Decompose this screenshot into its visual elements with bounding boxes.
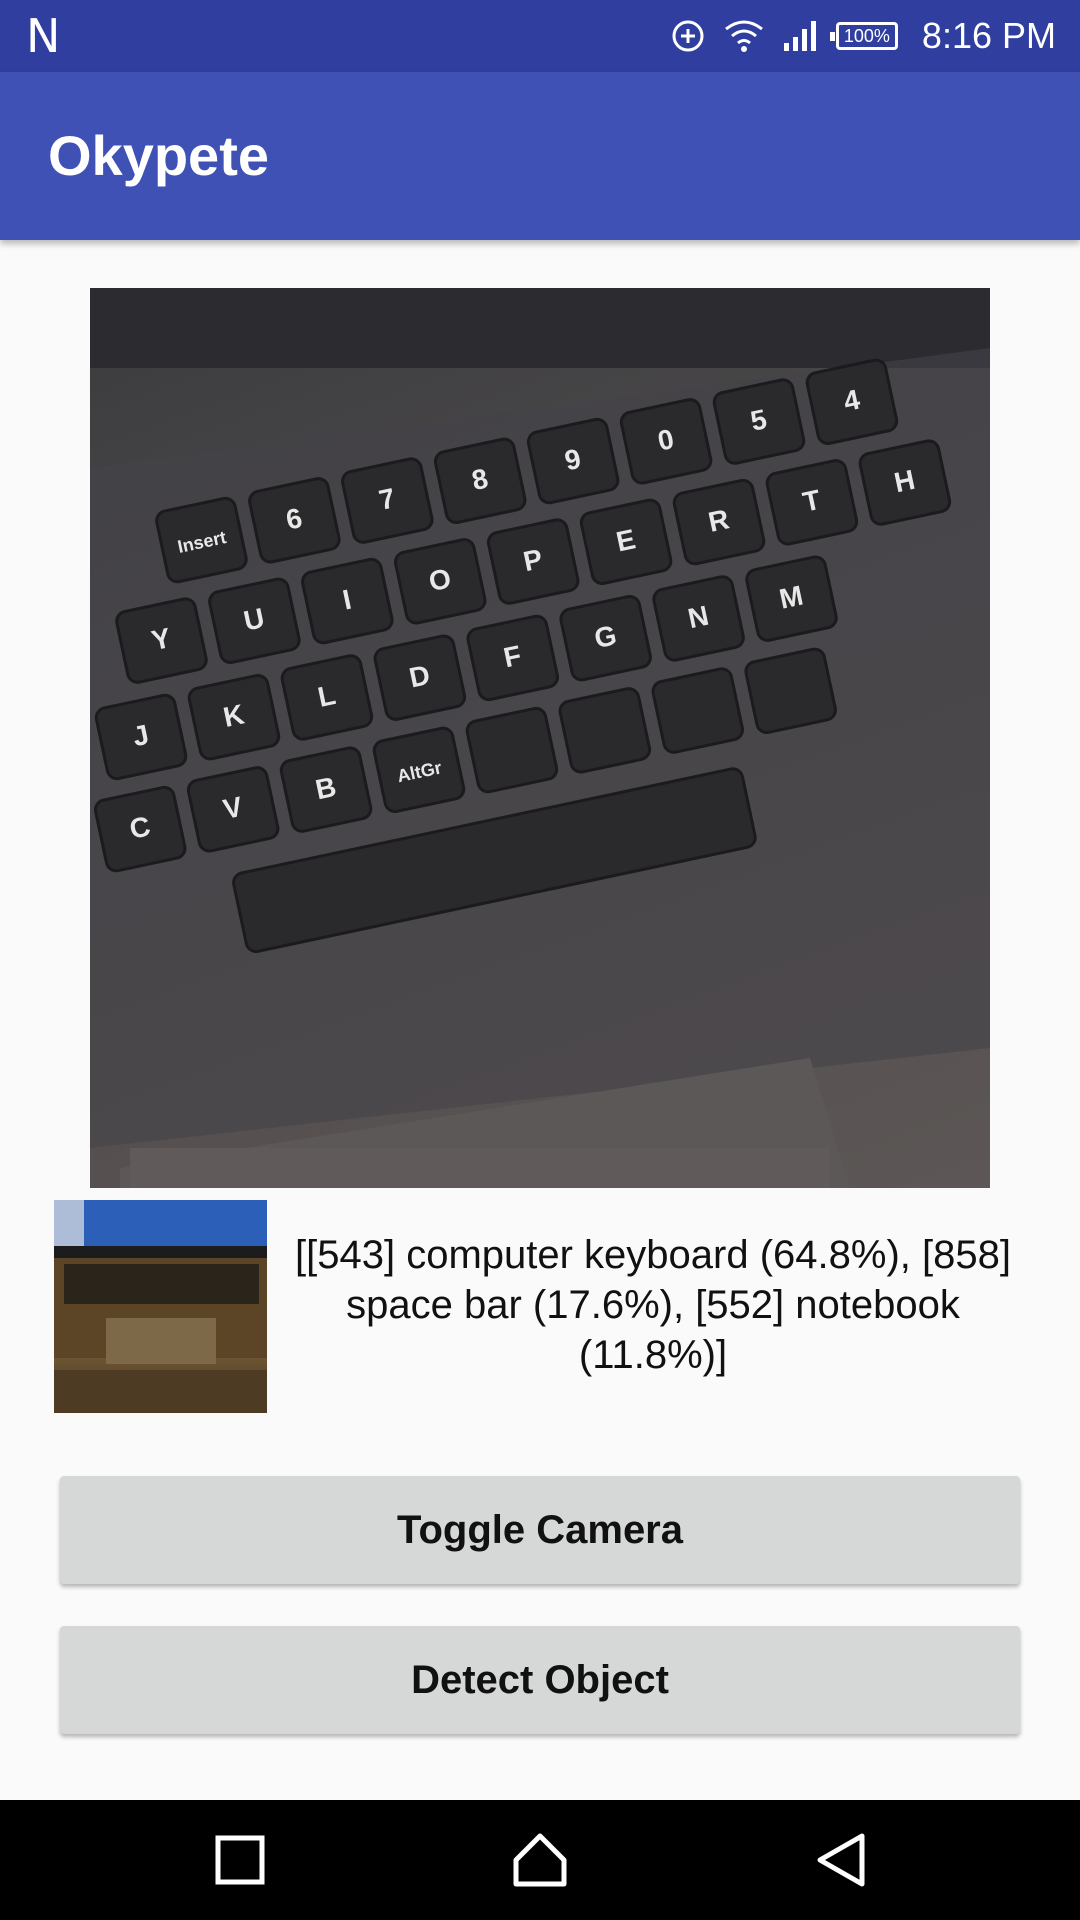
keyboard-key: [558, 687, 652, 774]
home-icon[interactable]: [510, 1830, 570, 1890]
keyboard-key: [744, 647, 837, 735]
detection-result-text: [[543] computer keyboard (64.8%), [858] …: [295, 1233, 1011, 1377]
data-saver-icon: [672, 20, 704, 52]
recents-icon[interactable]: [210, 1830, 270, 1890]
back-icon[interactable]: [810, 1830, 870, 1890]
camera-preview-image: Insert 6 7 8 9 0 5 4 Y U I O P E R T H J K L D F G N M C V B AltGr: [90, 288, 990, 1188]
keyboard-photo: Insert6789054YUIOPERTHJKLDFGNMCVB AltGr: [90, 288, 990, 1188]
app-bar: Okypete: [0, 72, 1080, 240]
status-icons: 100% 8:16 PM: [670, 0, 1056, 72]
battery-icon: 100%: [829, 22, 898, 50]
app-title: Okypete: [48, 124, 269, 187]
notification-n-icon: N: [26, 9, 61, 63]
captured-thumbnail-image: [54, 1200, 267, 1413]
navigation-bar: [0, 1800, 1080, 1920]
wifi-icon: [725, 20, 763, 52]
status-bar: N 100% 8:16 PM: [0, 0, 1080, 72]
clock: 8:16 PM: [921, 15, 1056, 56]
toggle-camera-button[interactable]: Toggle Camera: [60, 1476, 1020, 1584]
battery-level: 100%: [843, 25, 890, 46]
detect-object-button[interactable]: Detect Object: [60, 1626, 1020, 1734]
laptop-thumbnail: [54, 1200, 267, 1413]
keyboard-key: [651, 667, 745, 754]
keyboard-key: [465, 706, 559, 794]
signal-icon: [783, 21, 816, 51]
